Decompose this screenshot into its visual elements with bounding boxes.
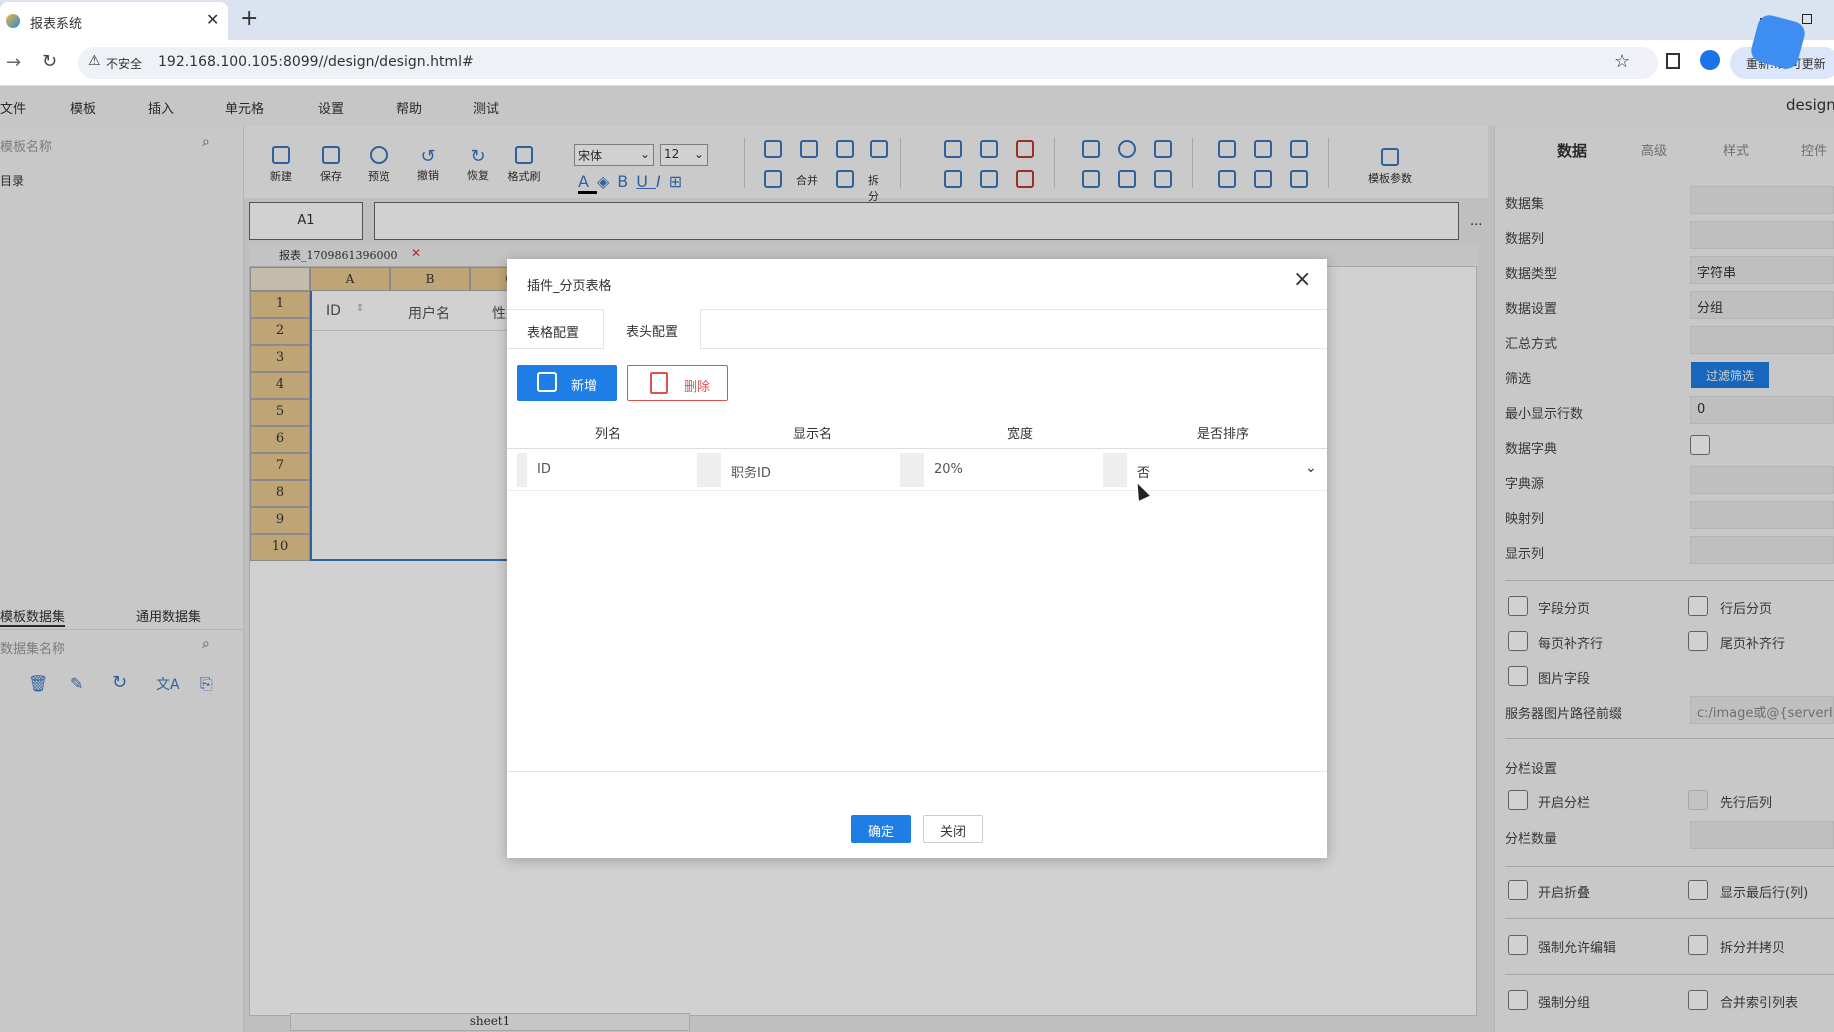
row-handle[interactable] — [1103, 453, 1127, 487]
delete-button[interactable]: 删除 — [627, 365, 728, 401]
row-handle[interactable] — [900, 453, 924, 487]
dialog-title: 插件_分页表格 — [527, 279, 612, 294]
table-row: ID 职务ID 20% 否 ⌄ — [507, 449, 1327, 501]
dialog-footer: 确定 关闭 — [507, 771, 1327, 858]
add-icon — [537, 372, 557, 392]
add-button[interactable]: 新增 — [517, 365, 617, 401]
profile-icon[interactable] — [1700, 50, 1720, 70]
address-bar-row: → ↻ ⚠ 不安全 192.168.100.105:8099//design/d… — [0, 12, 1834, 86]
insecure-label: 不安全 — [106, 57, 143, 71]
restore-icon[interactable] — [1802, 14, 1812, 24]
url-text[interactable]: 192.168.100.105:8099//design/design.html… — [158, 54, 474, 70]
close-tab-icon[interactable]: ✕ — [206, 10, 219, 29]
dialog-tabs: 表格配置 表头配置 — [507, 309, 1327, 350]
col-header-sort: 是否排序 — [1197, 427, 1250, 442]
browser-tabbar: 报表系统 ✕ + — [0, 0, 1834, 40]
display-name-input[interactable]: 职务ID — [721, 453, 901, 487]
tab-header-config[interactable]: 表头配置 — [603, 309, 701, 350]
width-input[interactable]: 20% — [924, 453, 1104, 487]
cancel-button[interactable]: 关闭 — [923, 815, 983, 843]
column-name-input[interactable]: ID — [527, 453, 705, 487]
new-tab-button[interactable]: + — [240, 6, 258, 31]
col-header-name: 列名 — [595, 427, 622, 442]
tab-table-config[interactable]: 表格配置 — [527, 322, 579, 341]
sidebar-toggle-icon[interactable] — [1666, 53, 1680, 69]
chevron-down-icon: ⌄ — [1305, 460, 1317, 476]
row-handle[interactable] — [517, 453, 527, 487]
forward-icon[interactable]: → — [6, 52, 21, 73]
col-header-width: 宽度 — [1007, 427, 1034, 442]
address-bar[interactable]: ⚠ 不安全 192.168.100.105:8099//design/desig… — [78, 47, 1658, 79]
browser-tab[interactable]: 报表系统 ✕ — [0, 2, 228, 40]
warning-icon: ⚠ — [88, 53, 101, 69]
tab-title: 报表系统 — [30, 17, 83, 32]
sort-select[interactable]: 否 ⌄ — [1127, 453, 1323, 487]
bookmark-star-icon[interactable]: ☆ — [1614, 51, 1630, 72]
ok-button[interactable]: 确定 — [851, 815, 911, 843]
trash-icon — [650, 372, 668, 394]
header-row: 列名 显示名 宽度 是否排序 — [507, 409, 1327, 449]
reload-icon[interactable]: ↻ — [42, 51, 57, 72]
row-handle[interactable] — [697, 453, 721, 487]
dialog-close-icon[interactable]: × — [1293, 267, 1311, 292]
col-header-display: 显示名 — [793, 427, 833, 442]
plugin-dialog: 插件_分页表格 × 表格配置 表头配置 新增 删除 列名 显示名 宽度 是否排序… — [507, 259, 1327, 858]
app-logo-icon — [6, 14, 20, 28]
